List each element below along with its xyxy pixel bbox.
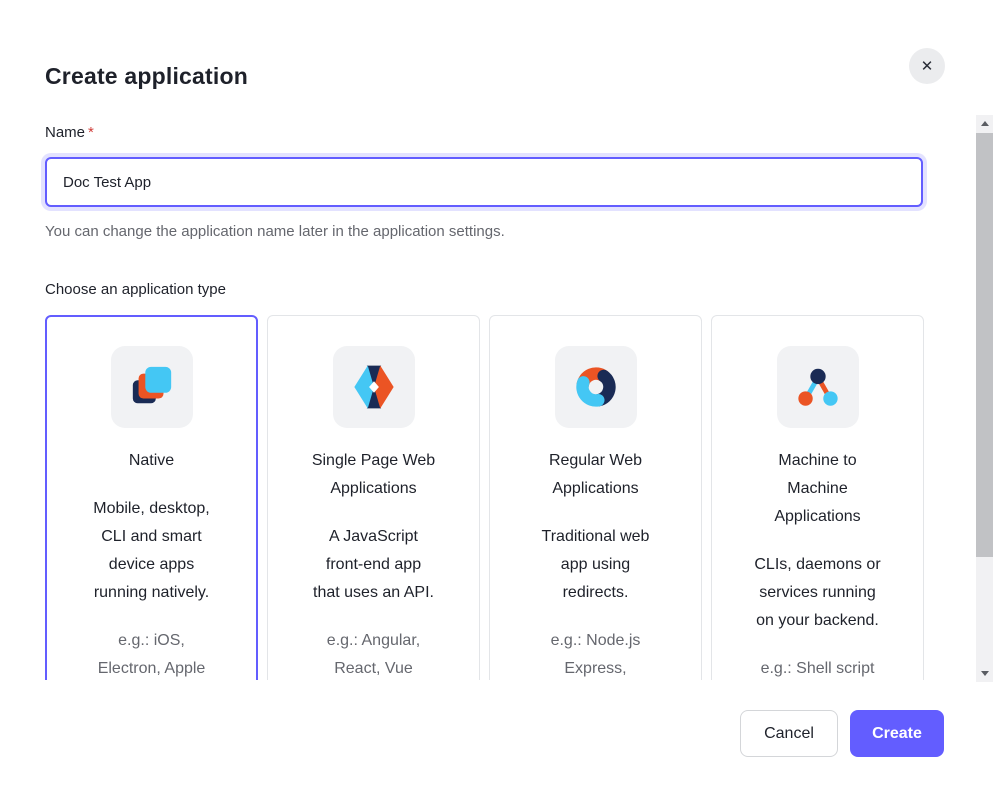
app-type-card-regular-web[interactable]: Regular Web Applications Traditional web…: [489, 315, 702, 680]
application-type-cards: Native Mobile, desktop, CLI and smart de…: [45, 315, 926, 680]
app-type-title: Native: [64, 447, 239, 475]
machine-to-machine-molecule-icon: [795, 364, 841, 410]
app-type-examples: e.g.: iOS, Electron, Apple: [64, 627, 239, 680]
app-type-icon-tile: [777, 346, 859, 428]
scroll-up-button[interactable]: [976, 115, 993, 132]
app-type-description: CLIs, daemons or services running on you…: [730, 551, 905, 635]
app-type-icon-tile: [333, 346, 415, 428]
close-button[interactable]: ✕: [909, 48, 945, 84]
create-application-modal: { "modal": { "title": "Create applicatio…: [0, 0, 995, 807]
app-type-title: Machine to Machine Applications: [730, 447, 905, 531]
vertical-scrollbar[interactable]: [976, 115, 993, 682]
app-type-description: A JavaScript front-end app that uses an …: [286, 523, 461, 607]
app-type-description: Traditional web app using redirects.: [508, 523, 683, 607]
regular-web-swirl-icon: [573, 364, 619, 410]
app-type-icon-tile: [555, 346, 637, 428]
cancel-button[interactable]: Cancel: [740, 710, 838, 757]
required-asterisk: *: [88, 124, 94, 141]
scrollbar-thumb[interactable]: [976, 133, 993, 557]
name-input[interactable]: [45, 157, 923, 207]
single-page-app-diamond-icon: [352, 362, 396, 412]
app-type-examples: e.g.: Shell script: [730, 655, 905, 680]
app-type-card-m2m[interactable]: Machine to Machine Applications CLIs, da…: [711, 315, 924, 680]
scroll-down-arrow-icon: [981, 671, 989, 676]
scroll-up-arrow-icon: [981, 121, 989, 126]
app-type-card-spa[interactable]: Single Page Web Applications A JavaScrip…: [267, 315, 480, 680]
app-type-examples: e.g.: Node.js Express,: [508, 627, 683, 680]
app-type-card-native[interactable]: Native Mobile, desktop, CLI and smart de…: [45, 315, 258, 680]
create-button[interactable]: Create: [850, 710, 944, 757]
native-stacked-squares-icon: [129, 364, 175, 410]
page-title: Create application: [45, 63, 248, 90]
name-helper-text: You can change the application name late…: [45, 223, 505, 240]
app-type-icon-tile: [111, 346, 193, 428]
close-icon: ✕: [921, 57, 934, 75]
app-type-title: Regular Web Applications: [508, 447, 683, 503]
name-label: Name*: [45, 124, 94, 141]
app-type-description: Mobile, desktop, CLI and smart device ap…: [64, 495, 239, 607]
application-type-label: Choose an application type: [45, 281, 226, 298]
scroll-down-button[interactable]: [976, 665, 993, 682]
app-type-examples: e.g.: Angular, React, Vue: [286, 627, 461, 680]
app-type-title: Single Page Web Applications: [286, 447, 461, 503]
